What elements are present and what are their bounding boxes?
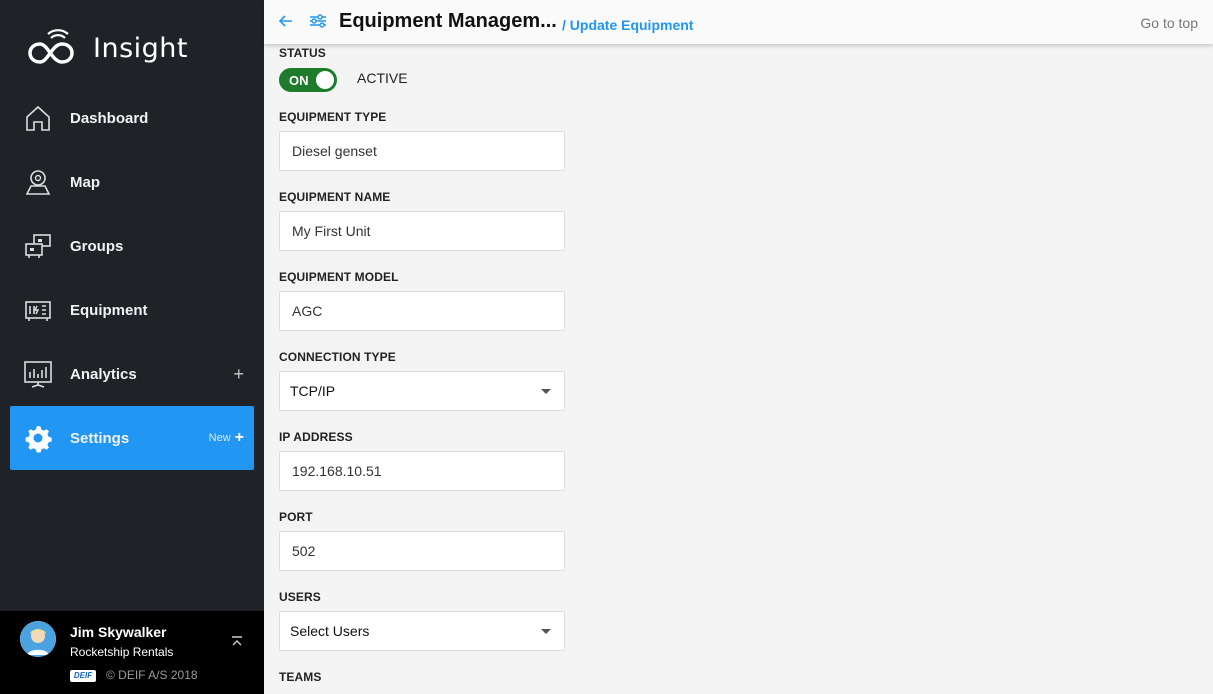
sidebar-item-map[interactable]: Map (0, 150, 264, 214)
sidebar-item-label: Settings (70, 429, 130, 447)
brand-name: Insight (93, 32, 188, 64)
user-panel: Jim Skywalker Rocketship Rentals DEIF © … (0, 611, 264, 694)
connection-type-value: TCP/IP (290, 383, 336, 399)
breadcrumb[interactable]: / Update Equipment (562, 17, 693, 33)
status-toggle[interactable]: ON (279, 68, 337, 92)
port-field[interactable] (279, 531, 565, 571)
go-to-top-link[interactable]: Go to top (1140, 15, 1198, 31)
sidebar-item-groups[interactable]: Groups (0, 214, 264, 278)
sidebar-nav: Dashboard Map Groups Equipment Analytics (0, 86, 264, 470)
users-label: USERS (279, 590, 321, 604)
deif-logo: DEIF (70, 670, 96, 682)
user-company: Rocketship Rentals (70, 645, 174, 659)
connection-type-select[interactable]: TCP/IP (279, 371, 565, 411)
equipment-name-field[interactable] (279, 211, 565, 251)
equipment-name-label: EQUIPMENT NAME (279, 190, 391, 204)
avatar[interactable] (20, 621, 56, 657)
sidebar-item-label: Analytics (70, 365, 137, 383)
ip-address-label: IP ADDRESS (279, 430, 353, 444)
new-badge-label: New (208, 432, 231, 444)
sidebar-item-settings[interactable]: Settings New + (10, 406, 254, 470)
sidebar-item-dashboard[interactable]: Dashboard (0, 86, 264, 150)
sidebar-item-label: Map (70, 173, 100, 191)
equipment-icon (22, 294, 54, 326)
insight-logo-icon (28, 29, 74, 64)
status-text: ACTIVE (357, 70, 408, 86)
equipment-type-label: EQUIPMENT TYPE (279, 110, 387, 124)
collapse-up-icon[interactable] (230, 635, 244, 649)
ip-address-field[interactable] (279, 451, 565, 491)
equipment-model-field[interactable] (279, 291, 565, 331)
sidebar-item-label: Groups (70, 237, 124, 255)
back-arrow-icon[interactable] (278, 13, 294, 29)
sidebar-item-analytics[interactable]: Analytics + (0, 342, 264, 406)
connection-type-label: CONNECTION TYPE (279, 350, 396, 364)
chevron-down-icon (541, 629, 551, 634)
equalizer-icon (310, 14, 326, 28)
topbar: Equipment Managem... / Update Equipment … (264, 0, 1213, 44)
sidebar: Insight Dashboard Map Groups Equipment A… (0, 0, 264, 694)
page-title: Equipment Managem... (339, 10, 557, 32)
sidebar-item-equipment[interactable]: Equipment (0, 278, 264, 342)
equipment-model-label: EQUIPMENT MODEL (279, 270, 399, 284)
copyright: © DEIF A/S 2018 (106, 668, 198, 682)
status-label: STATUS (279, 46, 326, 60)
analytics-icon (22, 358, 54, 390)
teams-label: TEAMS (279, 670, 322, 684)
users-select[interactable]: Select Users (279, 611, 565, 651)
chevron-down-icon (541, 389, 551, 394)
toggle-knob (316, 71, 334, 89)
groups-icon (22, 230, 54, 262)
port-label: PORT (279, 510, 313, 524)
expand-plus-icon[interactable]: + (233, 364, 244, 385)
toggle-on-label: ON (289, 73, 309, 88)
sidebar-item-label: Dashboard (70, 109, 149, 127)
plus-icon: + (234, 429, 244, 446)
equipment-type-field[interactable] (279, 131, 565, 171)
map-pin-icon (22, 166, 54, 198)
new-badge[interactable]: New + (209, 429, 244, 447)
user-name: Jim Skywalker (70, 624, 167, 640)
sidebar-item-label: Equipment (70, 301, 148, 319)
users-value: Select Users (290, 623, 370, 639)
brand[interactable]: Insight (25, 28, 188, 68)
deif-logo-text: DEIF (73, 671, 93, 680)
home-icon (22, 102, 54, 134)
gear-icon (22, 422, 54, 454)
